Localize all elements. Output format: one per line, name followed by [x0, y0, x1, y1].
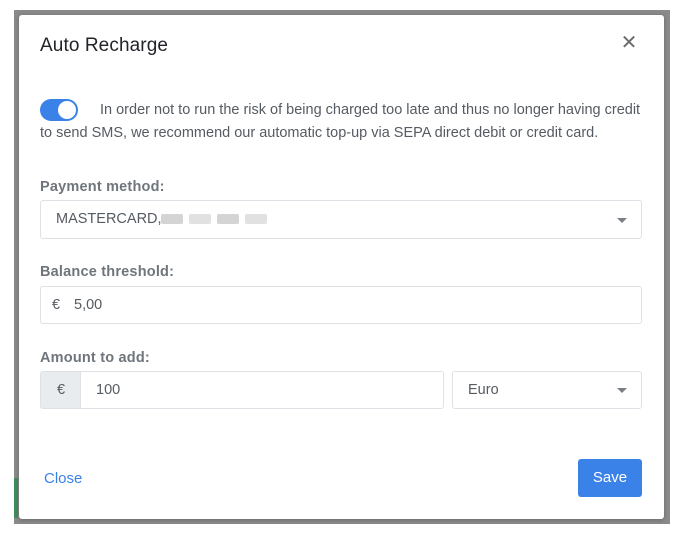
balance-threshold-label: Balance threshold:	[40, 264, 175, 280]
redacted-card-number	[189, 214, 211, 224]
payment-method-value: MASTERCARD,	[56, 211, 162, 227]
balance-threshold-value: 5,00	[74, 297, 103, 313]
currency-value: Euro	[468, 382, 499, 398]
payment-method-select[interactable]: MASTERCARD,	[40, 200, 642, 239]
toggle-knob	[58, 101, 76, 119]
screen: Auto Recharge ✕ In order not to run the …	[0, 0, 688, 534]
currency-select[interactable]: Euro	[452, 371, 642, 409]
amount-to-add-label: Amount to add:	[40, 350, 150, 366]
save-button[interactable]: Save	[578, 459, 642, 497]
auto-recharge-toggle[interactable]	[40, 99, 78, 121]
euro-prefix: €	[52, 297, 61, 313]
chevron-down-icon	[617, 388, 627, 393]
euro-addon: €	[40, 371, 81, 409]
amount-to-add-value: 100	[96, 382, 121, 398]
payment-method-label: Payment method:	[40, 179, 165, 195]
amount-to-add-input[interactable]: 100	[80, 371, 444, 409]
close-button[interactable]: Close	[44, 470, 82, 487]
auto-recharge-description: In order not to run the risk of being ch…	[40, 102, 641, 141]
chevron-down-icon	[617, 217, 627, 223]
redacted-card-number	[245, 214, 267, 224]
close-icon[interactable]: ✕	[618, 32, 640, 54]
auto-recharge-dialog: Auto Recharge ✕ In order not to run the …	[19, 15, 664, 519]
balance-threshold-input[interactable]: € 5,00	[40, 286, 642, 324]
background-page-edge	[14, 478, 18, 518]
redacted-card-number	[217, 214, 239, 224]
dialog-title: Auto Recharge	[40, 35, 169, 56]
redacted-card-number	[161, 214, 183, 224]
